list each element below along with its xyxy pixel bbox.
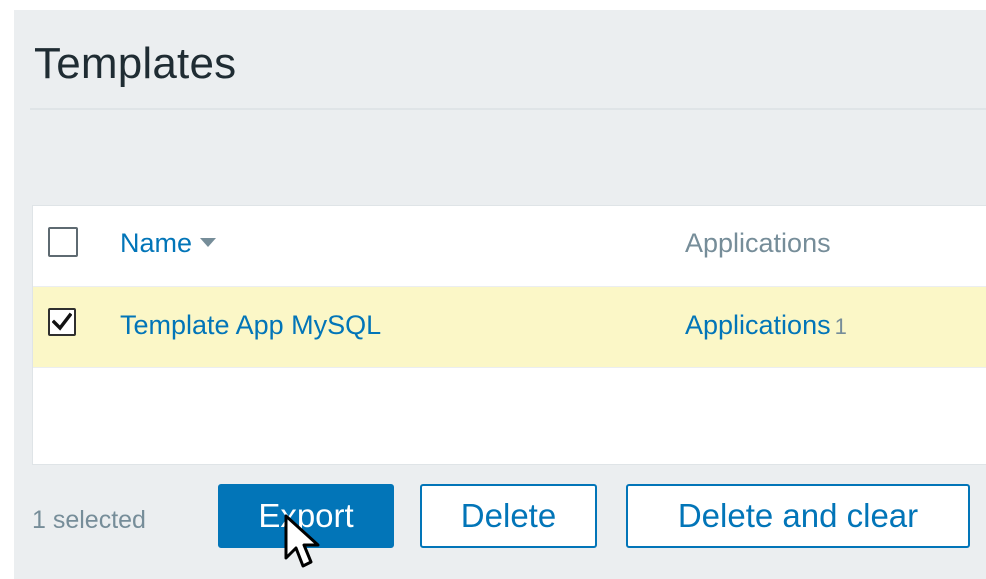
column-header-name[interactable]: Name (120, 226, 217, 260)
checkmark-icon (52, 312, 72, 331)
row-checkbox[interactable] (48, 308, 76, 336)
column-header-name-label[interactable]: Name (120, 228, 192, 258)
selected-count-label: 1 selected (32, 506, 146, 534)
table-row: Template App MySQL Applications 1 (33, 287, 986, 368)
page-title: Templates (34, 39, 237, 88)
title-divider (30, 108, 986, 110)
table-header-row: Name Applications (33, 206, 986, 287)
applications-link[interactable]: Applications (685, 310, 831, 340)
mouse-pointer-icon (284, 514, 320, 568)
delete-and-clear-button[interactable]: Delete and clear (626, 484, 970, 548)
templates-table: Name Applications Template App MySQL App… (32, 205, 986, 465)
column-header-applications: Applications (685, 228, 831, 258)
select-all-checkbox[interactable] (48, 227, 78, 257)
action-bar: 1 selected Export Delete Delete and clea… (32, 484, 986, 554)
applications-cell: Applications 1 (685, 308, 847, 344)
delete-button[interactable]: Delete (420, 484, 597, 548)
applications-count: 1 (834, 314, 847, 339)
templates-page: Templates Name Applications Template App… (14, 10, 986, 579)
template-name-link[interactable]: Template App MySQL (120, 308, 381, 342)
sort-down-arrow-icon (200, 238, 217, 248)
